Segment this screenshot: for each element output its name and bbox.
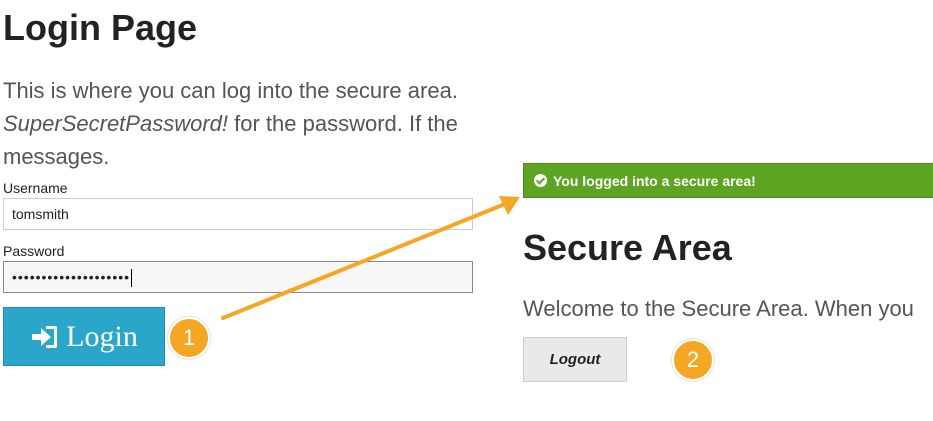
password-masked-value: •••••••••••••••••••• <box>12 269 131 285</box>
login-button[interactable]: Login <box>3 307 165 366</box>
login-page-title: Login Page <box>3 7 198 48</box>
logout-button[interactable]: Logout <box>523 337 627 382</box>
sign-in-icon <box>32 325 58 348</box>
login-button-label: Login <box>66 319 138 353</box>
intro-line-2-rest: for the password. If the <box>228 111 458 136</box>
welcome-text: Welcome to the Secure Area. When you <box>523 296 914 321</box>
check-circle-icon <box>534 174 547 187</box>
step-badge-2: 2 <box>672 339 714 381</box>
logout-button-label: Logout <box>549 351 601 368</box>
step-badge-1: 1 <box>168 317 210 359</box>
username-label: Username <box>3 180 68 196</box>
text-caret <box>131 269 133 288</box>
intro-line-3: messages. <box>3 144 110 169</box>
intro-line-1: This is where you can log into the secur… <box>3 78 458 103</box>
intro-password-hint: SuperSecretPassword! <box>3 111 228 136</box>
flash-message: You logged into a secure area! <box>553 172 756 189</box>
secure-area-title: Secure Area <box>523 227 732 268</box>
flash-success-banner: You logged into a secure area! <box>523 163 933 198</box>
password-label: Password <box>3 243 65 259</box>
login-intro-text: This is where you can log into the secur… <box>3 74 503 173</box>
annotation-arrow <box>221 196 520 320</box>
intro-line-2: SuperSecretPassword! for the password. I… <box>3 107 503 140</box>
